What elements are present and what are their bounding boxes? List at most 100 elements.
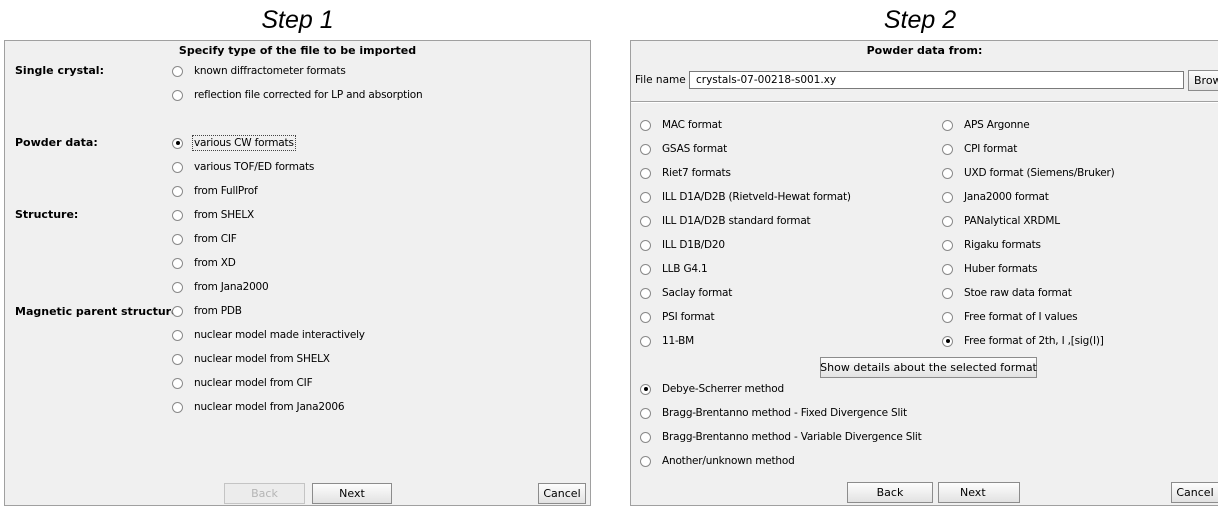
next-button[interactable]: Next: [312, 483, 392, 504]
option-nuclear-shelx[interactable]: nuclear model from SHELX: [172, 351, 330, 367]
browse-button[interactable]: Browse: [1188, 70, 1218, 91]
radio-button[interactable]: [172, 185, 183, 197]
option-from-shelx[interactable]: from SHELX: [172, 207, 254, 223]
radio-button[interactable]: [942, 287, 953, 299]
radio-button[interactable]: [942, 239, 953, 251]
radio-button[interactable]: [942, 311, 953, 323]
radio-button[interactable]: [640, 335, 651, 347]
radio-button[interactable]: [640, 191, 651, 203]
radio-button[interactable]: [172, 377, 183, 389]
format-panalytical[interactable]: PANalytical XRDML: [942, 213, 1060, 229]
radio-button-selected[interactable]: [942, 335, 953, 347]
powder-data-label: Powder data:: [15, 136, 98, 149]
format-11bm[interactable]: 11-BM: [640, 333, 694, 349]
radio-button[interactable]: [640, 143, 651, 155]
format-huber[interactable]: Huber formats: [942, 261, 1037, 277]
format-llb-g41[interactable]: LLB G4.1: [640, 261, 708, 277]
radio-button[interactable]: [172, 401, 183, 413]
powder-data-dialog: Powder data from: File name crystals-07-…: [630, 40, 1218, 506]
radio-button[interactable]: [942, 263, 953, 275]
radio-button[interactable]: [172, 161, 183, 173]
option-label: from SHELX: [194, 209, 255, 221]
method-debye-scherrer[interactable]: Debye-Scherrer method: [640, 381, 784, 397]
file-name-label: File name: [635, 74, 686, 86]
radio-button-selected[interactable]: [640, 383, 651, 395]
option-nuclear-jana2006[interactable]: nuclear model from Jana2006: [172, 399, 344, 415]
option-nuclear-interactive[interactable]: nuclear model made interactively: [172, 327, 365, 343]
option-known-diffractometer[interactable]: known diffractometer formats: [172, 63, 346, 79]
radio-button[interactable]: [942, 167, 953, 179]
radio-button[interactable]: [942, 191, 953, 203]
radio-button[interactable]: [640, 407, 651, 419]
cancel-button[interactable]: Cancel: [538, 483, 586, 504]
option-label: various TOF/ED formats: [194, 161, 315, 173]
format-saclay[interactable]: Saclay format: [640, 285, 732, 301]
radio-button[interactable]: [172, 329, 183, 341]
file-name-input[interactable]: crystals-07-00218-s001.xy: [689, 71, 1184, 89]
radio-button[interactable]: [640, 287, 651, 299]
format-mac[interactable]: MAC format: [640, 117, 722, 133]
format-riet7[interactable]: Riet7 formats: [640, 165, 731, 181]
format-free-2th[interactable]: Free format of 2th, I ,[sig(I)]: [942, 333, 1104, 349]
magnetic-structure-label: Magnetic parent structure:: [15, 305, 183, 318]
radio-button[interactable]: [172, 65, 183, 77]
radio-button[interactable]: [172, 89, 183, 101]
option-from-pdb[interactable]: from PDB: [172, 303, 242, 319]
format-psi[interactable]: PSI format: [640, 309, 715, 325]
option-from-xd[interactable]: from XD: [172, 255, 236, 271]
format-gsas[interactable]: GSAS format: [640, 141, 727, 157]
option-label: from Jana2000: [194, 281, 269, 293]
radio-button[interactable]: [640, 263, 651, 275]
format-rigaku[interactable]: Rigaku formats: [942, 237, 1041, 253]
radio-button[interactable]: [172, 257, 183, 269]
option-nuclear-cif[interactable]: nuclear model from CIF: [172, 375, 313, 391]
format-free-i[interactable]: Free format of I values: [942, 309, 1078, 325]
method-label: Bragg-Brentanno method - Fixed Divergenc…: [662, 407, 907, 419]
radio-button[interactable]: [172, 233, 183, 245]
radio-button[interactable]: [640, 215, 651, 227]
format-cpi[interactable]: CPI format: [942, 141, 1017, 157]
format-ill-d1a-standard[interactable]: ILL D1A/D2B standard format: [640, 213, 811, 229]
radio-button[interactable]: [942, 143, 953, 155]
step2-title: Step 2: [883, 6, 957, 34]
format-label: 11-BM: [662, 335, 695, 347]
format-uxd[interactable]: UXD format (Siemens/Bruker): [942, 165, 1115, 181]
show-details-button[interactable]: Show details about the selected format: [820, 357, 1037, 378]
option-from-cif[interactable]: from CIF: [172, 231, 237, 247]
option-tof-ed-formats[interactable]: various TOF/ED formats: [172, 159, 314, 175]
option-reflection-file[interactable]: reflection file corrected for LP and abs…: [172, 87, 423, 103]
format-jana2000[interactable]: Jana2000 format: [942, 189, 1049, 205]
method-bragg-fixed[interactable]: Bragg-Brentanno method - Fixed Divergenc…: [640, 405, 907, 421]
radio-button[interactable]: [640, 119, 651, 131]
method-bragg-variable[interactable]: Bragg-Brentanno method - Variable Diverg…: [640, 429, 922, 445]
method-unknown[interactable]: Another/unknown method: [640, 453, 795, 469]
radio-button[interactable]: [640, 455, 651, 467]
radio-button[interactable]: [640, 431, 651, 443]
format-label: Rigaku formats: [964, 239, 1041, 251]
option-cw-formats[interactable]: various CW formats: [172, 135, 296, 151]
format-ill-d1a-rietveld[interactable]: ILL D1A/D2B (Rietveld-Hewat format): [640, 189, 851, 205]
dialog-heading: Specify type of the file to be imported: [178, 44, 417, 57]
next-button[interactable]: Next: [938, 482, 1020, 503]
back-button[interactable]: Back: [224, 483, 305, 504]
radio-button[interactable]: [640, 311, 651, 323]
radio-button[interactable]: [172, 281, 183, 293]
format-aps-argonne[interactable]: APS Argonne: [942, 117, 1030, 133]
radio-button[interactable]: [640, 167, 651, 179]
option-from-jana2000[interactable]: from Jana2000: [172, 279, 269, 295]
radio-button[interactable]: [172, 209, 183, 221]
option-from-fullprof[interactable]: from FullProf: [172, 183, 258, 199]
radio-button[interactable]: [942, 119, 953, 131]
cancel-button[interactable]: Cancel: [1171, 482, 1218, 503]
option-label: reflection file corrected for LP and abs…: [194, 89, 423, 101]
radio-button[interactable]: [172, 305, 183, 317]
format-label: LLB G4.1: [662, 263, 708, 275]
radio-button[interactable]: [942, 215, 953, 227]
radio-button[interactable]: [172, 353, 183, 365]
radio-button[interactable]: [640, 239, 651, 251]
radio-button-selected[interactable]: [172, 137, 183, 149]
back-button[interactable]: Back: [847, 482, 933, 503]
format-label: Free format of I values: [964, 311, 1078, 323]
format-stoe[interactable]: Stoe raw data format: [942, 285, 1072, 301]
format-ill-d1b[interactable]: ILL D1B/D20: [640, 237, 725, 253]
